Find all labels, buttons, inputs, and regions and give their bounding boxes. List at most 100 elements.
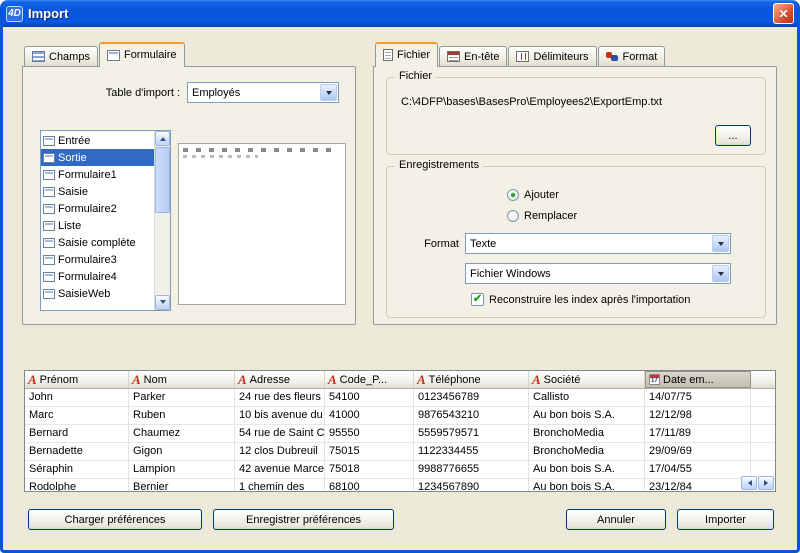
radio-row-ajouter: Ajouter — [507, 189, 559, 201]
table-row[interactable]: BernadetteGigon12 clos Dubreuil750151122… — [25, 443, 775, 461]
alpha-field-icon: A — [417, 373, 426, 386]
form-list-item[interactable]: Formulaire4 — [41, 268, 154, 285]
column-header-label: Société — [544, 374, 581, 386]
close-button[interactable]: ✕ — [773, 3, 794, 24]
form-list-item[interactable]: Saisie — [41, 183, 154, 200]
radio-row-remplacer: Remplacer — [507, 210, 577, 222]
title-bar[interactable]: 4D Import ✕ — [0, 0, 800, 27]
scroll-down-button[interactable] — [155, 295, 170, 310]
table-cell: Marc — [25, 407, 129, 424]
rebuild-index-row: ✔ Reconstruire les index après l'importa… — [471, 293, 690, 306]
table-cell-filler — [751, 443, 775, 460]
cancel-button[interactable]: Annuler — [566, 509, 666, 530]
form-list: EntréeSortieFormulaire1SaisieFormulaire2… — [41, 131, 154, 310]
table-import-select[interactable]: Employés — [187, 82, 339, 103]
column-header-code-postal[interactable]: A Code_P... — [325, 371, 414, 388]
alpha-field-icon: A — [132, 373, 141, 386]
horizontal-scrollbar[interactable] — [741, 476, 774, 490]
table-cell: 9988776655 — [414, 461, 529, 478]
dropdown-arrow-icon[interactable] — [712, 235, 729, 252]
form-icon — [43, 272, 55, 282]
column-header-nom[interactable]: A Nom — [129, 371, 235, 388]
table-cell: 14/07/75 — [645, 389, 751, 406]
tab-delimiteurs-label: Délimiteurs — [533, 51, 588, 63]
table-cell: 1234567890 — [414, 479, 529, 491]
form-preview-content-2 — [183, 155, 258, 158]
form-list-item[interactable]: Sortie — [41, 149, 154, 166]
table-cell: Callisto — [529, 389, 645, 406]
column-header-societe[interactable]: A Société — [529, 371, 645, 388]
column-header-date-embauche[interactable]: 17 Date em... — [645, 371, 751, 388]
table-cell-filler — [751, 389, 775, 406]
table-row[interactable]: RodolpheBernier1 chemin des6810012345678… — [25, 479, 775, 491]
scroll-up-button[interactable] — [155, 131, 170, 146]
form-list-item-label: Saisie complète — [58, 237, 136, 249]
table-row[interactable]: SéraphinLampion42 avenue Marce7501899887… — [25, 461, 775, 479]
alpha-field-icon: A — [328, 373, 337, 386]
table-cell: 54100 — [325, 389, 414, 406]
save-preferences-button[interactable]: Enregistrer préférences — [213, 509, 394, 530]
form-list-item[interactable]: Saisie complète — [41, 234, 154, 251]
table-cell: 12 clos Dubreuil — [235, 443, 325, 460]
form-list-item[interactable]: Entrée — [41, 132, 154, 149]
form-list-item[interactable]: Formulaire1 — [41, 166, 154, 183]
dropdown-arrow-icon[interactable] — [320, 84, 337, 101]
arrow-down-icon — [160, 300, 166, 307]
scroll-left-button[interactable] — [741, 476, 757, 490]
date-field-icon: 17 — [649, 374, 660, 385]
table-cell: 95550 — [325, 425, 414, 442]
form-list-item[interactable]: Liste — [41, 217, 154, 234]
form-list-item[interactable]: SaisieWeb — [41, 285, 154, 302]
form-list-item[interactable]: Formulaire2 — [41, 200, 154, 217]
radio-ajouter-label: Ajouter — [524, 189, 559, 201]
load-preferences-button[interactable]: Charger préférences — [28, 509, 202, 530]
table-row[interactable]: MarcRuben10 bis avenue du410009876543210… — [25, 407, 775, 425]
forms-tab-group: Champs Formulaire Table d'import : Emplo… — [22, 42, 356, 325]
form-preview-pane — [178, 143, 346, 305]
alpha-field-icon: A — [532, 373, 541, 386]
alpha-field-icon: A — [238, 373, 247, 386]
table-cell: Au bon bois S.A. — [529, 407, 645, 424]
tab-fichier[interactable]: Fichier — [375, 42, 438, 66]
table-cell: Au bon bois S.A. — [529, 461, 645, 478]
scroll-right-button[interactable] — [758, 476, 774, 490]
radio-remplacer[interactable] — [507, 210, 519, 222]
column-header-label: Prénom — [40, 374, 79, 386]
format-select[interactable]: Texte — [465, 233, 731, 254]
tab-format[interactable]: Format — [598, 46, 666, 66]
tab-champs[interactable]: Champs — [24, 46, 98, 66]
browse-button[interactable]: ... — [715, 125, 751, 146]
form-list-scrollbar[interactable] — [154, 131, 170, 310]
column-header-label: Nom — [144, 374, 167, 386]
tab-formulaire[interactable]: Formulaire — [99, 42, 185, 66]
column-header-prenom[interactable]: A Prénom — [25, 371, 129, 388]
dropdown-arrow-icon[interactable] — [712, 265, 729, 282]
table-cell: 29/09/69 — [645, 443, 751, 460]
form-icon — [43, 170, 55, 180]
file-format-select[interactable]: Fichier Windows — [465, 263, 731, 284]
column-header-adresse[interactable]: A Adresse — [235, 371, 325, 388]
arrow-left-icon — [745, 480, 752, 486]
radio-ajouter[interactable] — [507, 189, 519, 201]
table-cell-filler — [751, 407, 775, 424]
table-cell: Bernard — [25, 425, 129, 442]
tab-delimiteurs[interactable]: Délimiteurs — [508, 46, 596, 66]
form-list-item[interactable]: Formulaire3 — [41, 251, 154, 268]
form-icon — [107, 50, 120, 61]
close-icon: ✕ — [778, 7, 788, 21]
tab-champs-label: Champs — [49, 51, 90, 63]
column-header-label: Date em... — [663, 374, 714, 386]
scrollbar-thumb[interactable] — [155, 147, 170, 213]
form-list-item-label: Liste — [58, 220, 81, 232]
file-options-tab-group: Fichier En-tête Délimiteurs Format Fichi… — [373, 42, 777, 325]
rebuild-index-checkbox[interactable]: ✔ — [471, 293, 484, 306]
table-cell: BronchoMedia — [529, 425, 645, 442]
column-header-telephone[interactable]: A Téléphone — [414, 371, 529, 388]
table-row[interactable]: JohnParker24 rue des fleurs5410001234567… — [25, 389, 775, 407]
table-row[interactable]: BernardChaumez54 rue de Saint C955505559… — [25, 425, 775, 443]
import-button[interactable]: Importer — [677, 509, 774, 530]
form-list-item-label: Formulaire4 — [58, 271, 117, 283]
tab-entete[interactable]: En-tête — [439, 46, 507, 66]
table-cell: Bernadette — [25, 443, 129, 460]
format-label: Format — [393, 238, 459, 250]
